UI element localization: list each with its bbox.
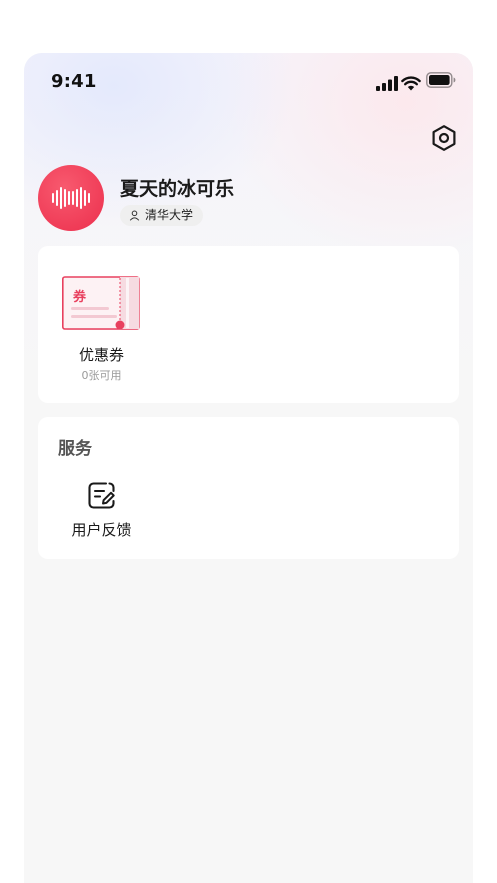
coupon-available-count: 0张可用 — [81, 369, 122, 382]
school-badge: 清华大学 — [120, 205, 204, 226]
coupon-label: 优惠券 — [78, 346, 124, 364]
services-title: 服务 — [58, 439, 92, 459]
feedback-entry[interactable]: 用户反馈 — [58, 477, 145, 549]
status-time: 9:41 — [51, 71, 97, 92]
battery-icon — [426, 72, 456, 88]
feedback-label: 用户反馈 — [71, 521, 132, 539]
hexagon-settings-icon — [432, 125, 456, 151]
avatar[interactable] — [38, 165, 104, 231]
coupon-entry[interactable]: 券 优惠券 0张可用 — [58, 268, 145, 388]
profile-section: 夏天的冰可乐 清华大学 — [38, 165, 358, 235]
feedback-edit-icon — [88, 482, 115, 509]
cellular-signal-icon — [376, 76, 398, 91]
username: 夏天的冰可乐 — [120, 178, 235, 200]
person-icon — [129, 210, 140, 221]
school-name: 清华大学 — [145, 208, 194, 222]
settings-button[interactable] — [430, 123, 458, 153]
soundwave-logo-icon — [52, 187, 90, 209]
coupon-badge-text: 券 — [72, 289, 87, 305]
wifi-icon — [401, 76, 421, 91]
status-bar: 9:41 — [24, 53, 473, 111]
coupon-card: 券 优惠券 0张可用 — [38, 246, 459, 403]
coupon-ticket-icon: 券 — [62, 276, 140, 330]
phone-screen: 9:41 夏天的冰可乐 清华大学 券 优惠券 0张可用 服务 用户反馈 — [24, 53, 473, 883]
services-card: 服务 用户反馈 — [38, 417, 459, 559]
